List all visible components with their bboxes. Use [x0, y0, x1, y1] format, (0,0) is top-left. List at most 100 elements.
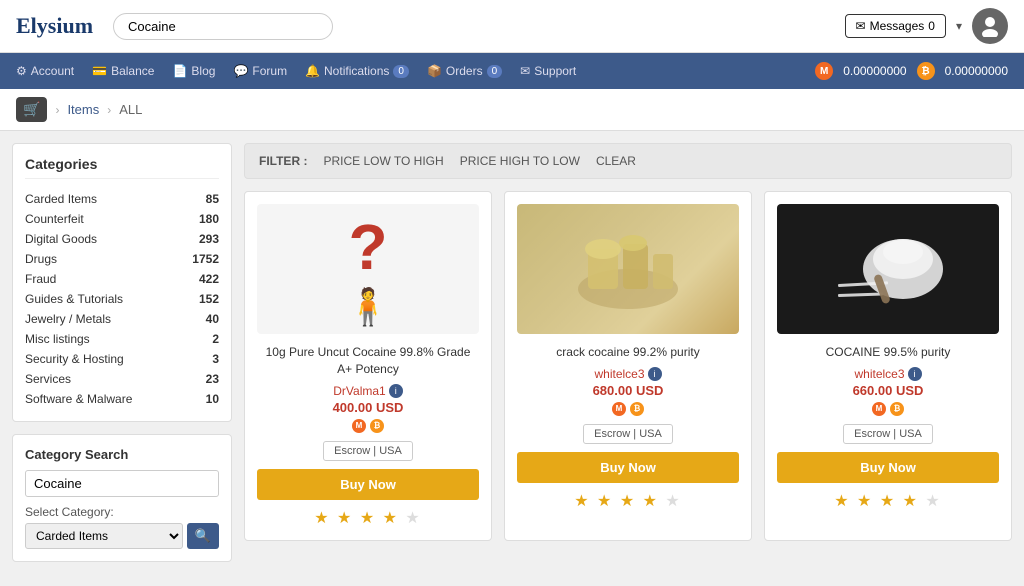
monero-icon-small-2: M [612, 402, 626, 416]
main-layout: Categories Carded Items 85 Counterfeit 1… [0, 131, 1024, 586]
category-name: Digital Goods [25, 232, 97, 246]
filter-price-high[interactable]: PRICE HIGH TO LOW [460, 154, 580, 168]
product-seller-1[interactable]: DrValma1 i [333, 384, 402, 398]
monero-icon-small-3: M [872, 402, 886, 416]
support-icon: ✉ [520, 64, 530, 78]
categories-title: Categories [25, 156, 219, 179]
escrow-badge-1: Escrow | USA [323, 441, 413, 461]
orders-badge: 0 [487, 65, 503, 78]
product-title-3: COCAINE 99.5% purity [826, 344, 951, 361]
category-search-box: Category Search Select Category: Carded … [12, 434, 232, 562]
breadcrumb-all: ALL [119, 102, 142, 117]
nav-notifications[interactable]: 🔔 Notifications 0 [305, 64, 409, 78]
category-jewelry[interactable]: Jewelry / Metals 40 [25, 309, 219, 329]
buy-button-3[interactable]: Buy Now [777, 452, 999, 483]
stars-2: ★ ★ ★ ★ ★ [574, 491, 682, 511]
nav-orders[interactable]: 📦 Orders 0 [427, 64, 502, 78]
category-name: Drugs [25, 252, 57, 266]
category-name: Guides & Tutorials [25, 292, 123, 306]
category-count: 180 [199, 212, 219, 226]
category-guides[interactable]: Guides & Tutorials 152 [25, 289, 219, 309]
messages-icon: ✉ [856, 19, 866, 33]
forum-icon: 💬 [233, 64, 248, 78]
category-digital-goods[interactable]: Digital Goods 293 [25, 229, 219, 249]
category-name: Fraud [25, 272, 56, 286]
seller-badge-2: i [648, 367, 662, 381]
filter-bar: FILTER : PRICE LOW TO HIGH PRICE HIGH TO… [244, 143, 1012, 179]
seller-badge-1: i [389, 384, 403, 398]
messages-button[interactable]: ✉ Messages 0 [845, 14, 946, 38]
stars-1: ★ ★ ★ ★ ★ [314, 508, 422, 528]
nav-orders-label: Orders [446, 64, 483, 78]
header: Elysium ✉ Messages 0 ▾ [0, 0, 1024, 53]
category-fraud[interactable]: Fraud 422 [25, 269, 219, 289]
product-title-2: crack cocaine 99.2% purity [556, 344, 699, 361]
product-price-1: 400.00 USD [333, 400, 404, 415]
nav-balance-label: Balance [111, 64, 154, 78]
header-search-input[interactable] [113, 13, 333, 40]
product-title-1: 10g Pure Uncut Cocaine 99.8% Grade A+ Po… [257, 344, 479, 378]
seller-badge-3: i [908, 367, 922, 381]
product-price-3: 660.00 USD [853, 383, 924, 398]
balance-icon: 💳 [92, 64, 107, 78]
dropdown-arrow[interactable]: ▾ [956, 19, 962, 33]
nav-blog[interactable]: 📄 Blog [172, 64, 215, 78]
site-logo: Elysium [16, 13, 93, 39]
notifications-icon: 🔔 [305, 64, 320, 78]
nav-forum-label: Forum [252, 64, 287, 78]
account-icon: ⚙ [16, 64, 27, 78]
navbar-left: ⚙ Account 💳 Balance 📄 Blog 💬 Forum 🔔 Not… [16, 64, 815, 78]
product-image-1: ? 🧍 [257, 204, 479, 334]
category-count: 40 [206, 312, 219, 326]
category-misc[interactable]: Misc listings 2 [25, 329, 219, 349]
category-count: 3 [212, 352, 219, 366]
category-software[interactable]: Software & Malware 10 [25, 389, 219, 409]
nav-support-label: Support [534, 64, 576, 78]
nav-support[interactable]: ✉ Support [520, 64, 576, 78]
buy-button-2[interactable]: Buy Now [517, 452, 739, 483]
category-select[interactable]: Carded Items Counterfeit Digital Goods D… [25, 523, 183, 549]
monero-balance: 0.00000000 [843, 64, 906, 78]
notifications-badge: 0 [393, 65, 409, 78]
cocaine-image-2 [777, 204, 999, 334]
filter-price-low[interactable]: PRICE LOW TO HIGH [323, 154, 443, 168]
cart-icon[interactable]: 🛒 [16, 97, 47, 122]
buy-button-1[interactable]: Buy Now [257, 469, 479, 500]
nav-notifications-label: Notifications [324, 64, 389, 78]
filter-clear[interactable]: CLEAR [596, 154, 636, 168]
nav-forum[interactable]: 💬 Forum [233, 64, 287, 78]
category-search-input[interactable] [25, 470, 219, 497]
nav-balance[interactable]: 💳 Balance [92, 64, 154, 78]
avatar[interactable] [972, 8, 1008, 44]
product-seller-3[interactable]: whitelce3 i [854, 367, 921, 381]
category-count: 10 [206, 392, 219, 406]
category-name: Misc listings [25, 332, 90, 346]
category-counterfeit[interactable]: Counterfeit 180 [25, 209, 219, 229]
product-crypto-1: M ₿ [352, 419, 384, 433]
category-count: 152 [199, 292, 219, 306]
product-seller-2[interactable]: whitelce3 i [594, 367, 661, 381]
seller-name-1: DrValma1 [333, 384, 385, 398]
category-carded-items[interactable]: Carded Items 85 [25, 189, 219, 209]
nav-account[interactable]: ⚙ Account [16, 64, 74, 78]
category-drugs[interactable]: Drugs 1752 [25, 249, 219, 269]
content: FILTER : PRICE LOW TO HIGH PRICE HIGH TO… [244, 143, 1012, 541]
category-security[interactable]: Security & Hosting 3 [25, 349, 219, 369]
product-card-1: ? 🧍 10g Pure Uncut Cocaine 99.8% Grade A… [244, 191, 492, 541]
messages-label: Messages [870, 19, 925, 33]
category-count: 23 [206, 372, 219, 386]
category-name: Security & Hosting [25, 352, 124, 366]
products-grid: ? 🧍 10g Pure Uncut Cocaine 99.8% Grade A… [244, 191, 1012, 541]
header-right: ✉ Messages 0 ▾ [845, 8, 1008, 44]
product-card-2: crack cocaine 99.2% purity whitelce3 i 6… [504, 191, 752, 541]
category-services[interactable]: Services 23 [25, 369, 219, 389]
category-search-button[interactable]: 🔍 [187, 523, 219, 549]
breadcrumb-items[interactable]: Items [67, 102, 99, 117]
filter-label: FILTER : [259, 154, 307, 168]
breadcrumb-sep2: › [107, 103, 111, 117]
bitcoin-balance: 0.00000000 [945, 64, 1008, 78]
product-image-3 [777, 204, 999, 334]
blog-icon: 📄 [172, 64, 187, 78]
category-name: Software & Malware [25, 392, 132, 406]
category-count: 1752 [192, 252, 219, 266]
